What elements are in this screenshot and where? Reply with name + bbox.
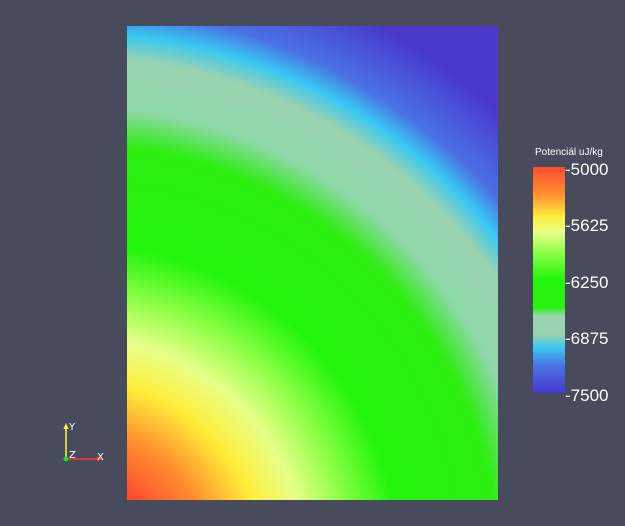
scalar-bar-tick-min: -7500 [565, 386, 609, 405]
scalar-bar-title: Potenciál uJ/kg [535, 147, 603, 158]
potential-field-image [127, 26, 498, 500]
z-axis-label: Z [69, 450, 76, 461]
orientation-axes-widget: Y Z X [55, 418, 110, 468]
scalar-bar-tick-mid: -6250 [565, 273, 609, 292]
scalar-bar-tick-4: -6875 [565, 329, 609, 348]
potential-field-plot[interactable] [127, 26, 498, 500]
x-axis-label: X [97, 452, 104, 463]
y-axis-arrow-icon [63, 423, 69, 429]
render-viewport[interactable]: Potenciál uJ/kg -5000 -5625 -6250 -6875 … [0, 0, 625, 526]
z-axis-point-icon [63, 456, 69, 462]
scalar-bar-color-ramp [533, 167, 565, 393]
scalar-bar-legend[interactable]: Potenciál uJ/kg -5000 -5625 -6250 -6875 … [520, 145, 620, 405]
scalar-bar-tick-max: -5000 [565, 160, 609, 179]
scalar-bar-tick-2: -5625 [565, 216, 609, 235]
y-axis-label: Y [68, 422, 76, 433]
